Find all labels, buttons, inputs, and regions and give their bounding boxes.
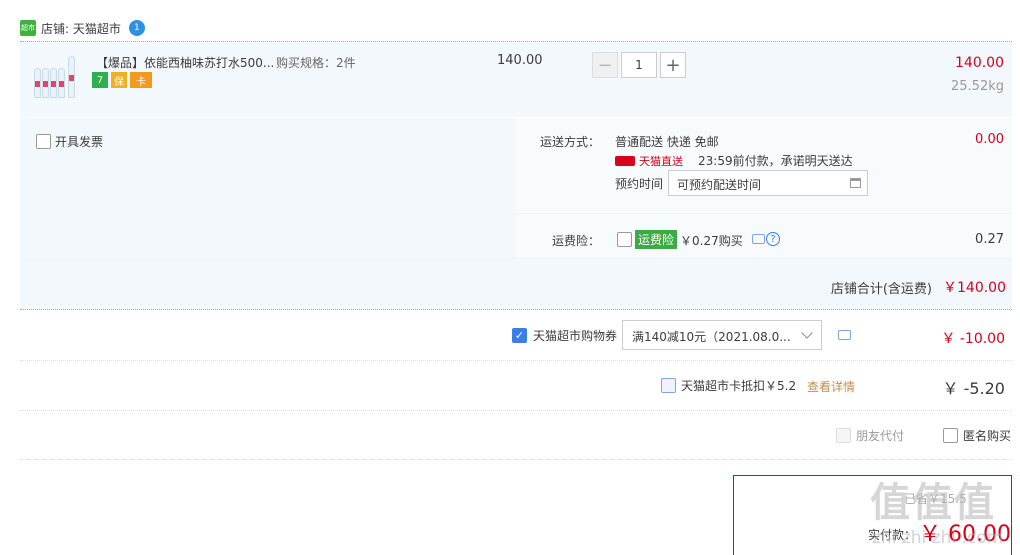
divider: [20, 360, 1012, 361]
shipping-method: 普通配送 快递 免邮: [615, 135, 719, 149]
seven-day-return-icon[interactable]: 7: [92, 72, 108, 88]
site-watermark: 值值值: [870, 480, 996, 526]
site-watermark-url: zhi zhi zhi .com: [872, 528, 1004, 548]
card-detail-link[interactable]: 查看详情: [807, 378, 855, 395]
invoice-checkbox[interactable]: [36, 134, 51, 149]
wangwang-chat-icon[interactable]: 1: [128, 20, 145, 36]
insurance-amount: 0.27: [975, 232, 1004, 247]
item-weight: 25.52kg: [951, 79, 1004, 94]
friend-pay-checkbox[interactable]: [836, 428, 851, 443]
divider: [20, 459, 1012, 460]
anonymous-option[interactable]: 匿名购买: [943, 427, 1011, 444]
message-icon[interactable]: [752, 234, 765, 244]
shop-header: 超市 店铺: 天猫超市 1: [20, 16, 145, 40]
insurance-price: ￥0.27购买: [680, 234, 743, 248]
anonymous-checkbox[interactable]: [943, 428, 958, 443]
insurance-label: 运费险：: [552, 234, 601, 248]
coupon-message-icon[interactable]: [838, 330, 851, 340]
item-subtotal: 140.00: [955, 55, 1004, 71]
schedule-delivery-input[interactable]: 可预约配送时间: [668, 170, 868, 196]
insurance-checkbox[interactable]: [617, 232, 632, 247]
coupon-checkbox[interactable]: ✓: [512, 328, 527, 343]
card-label: 天猫超市卡抵扣￥5.2: [681, 379, 797, 393]
quantity-stepper: − 1 +: [592, 52, 686, 78]
insurance-row: 运费险： 运费险 ￥0.27购买 ? 0.27: [516, 213, 1012, 258]
divider: [20, 410, 1012, 411]
delivery-promise: 23:59前付款，承诺明天送达: [698, 154, 853, 168]
coupon-select[interactable]: 满140减10元（2021.08.0...: [622, 320, 822, 350]
order-item-row: 【爆品】依能西柚味苏打水500... 购买规格：2件 7 保 卡 140.00 …: [20, 42, 1012, 117]
shipping-fee-value: 0.00: [975, 132, 1004, 147]
tmall-direct-badge: 天猫直送: [615, 153, 683, 169]
invoice-label: 开具发票: [55, 135, 104, 149]
product-image[interactable]: [32, 52, 82, 102]
shop-name[interactable]: 店铺: 天猫超市: [41, 20, 121, 37]
calendar-icon[interactable]: [850, 178, 861, 188]
shipping-fee: 0.00: [975, 132, 1004, 147]
unit-price: 140.00: [497, 53, 543, 68]
card-payment-icon[interactable]: 卡: [130, 72, 152, 88]
checkout-page: 超市 店铺: 天猫超市 1 【爆品】依能西柚味苏打水500... 购买规格：2件…: [0, 0, 1020, 555]
tmall-cat-icon: [615, 156, 635, 166]
quantity-input[interactable]: 1: [621, 52, 657, 78]
shipping-label: 运送方式：: [540, 135, 601, 149]
anonymous-label: 匿名购买: [963, 429, 1012, 443]
friend-pay-label: 朋友代付: [856, 429, 905, 443]
friend-pay-option[interactable]: 朋友代付: [836, 427, 904, 444]
shop-logo-icon: 超市: [20, 20, 36, 36]
schedule-label: 预约时间: [615, 177, 664, 191]
service-tags: 7 保 卡: [92, 72, 152, 88]
card-amount: ￥ -5.20: [942, 379, 1006, 398]
guarantee-icon[interactable]: 保: [111, 72, 127, 88]
tmall-direct-label: 天猫直送: [639, 155, 683, 168]
coupon-option[interactable]: ✓ 天猫超市购物券: [512, 327, 617, 344]
chevron-down-icon[interactable]: [801, 327, 813, 339]
shop-total-label: 店铺合计(含运费): [830, 282, 932, 297]
increase-quantity-button[interactable]: +: [660, 52, 686, 78]
invoice-option[interactable]: 开具发票: [36, 133, 103, 150]
coupon-selected-value: 满140减10元（2021.08.0...: [632, 330, 791, 344]
insurance-tag: 运费险: [635, 230, 678, 249]
shop-total-amount: ￥140.00: [943, 280, 1006, 296]
product-title-link[interactable]: 【爆品】依能西柚味苏打水500...: [96, 54, 274, 71]
decrease-quantity-button[interactable]: −: [592, 52, 618, 78]
help-icon[interactable]: ?: [766, 232, 780, 246]
order-extras: 开具发票 运送方式： 普通配送 快递 免邮 天猫直送 23:59前付款，承诺明天…: [20, 118, 1012, 310]
card-checkbox[interactable]: [661, 378, 676, 393]
schedule-delivery-placeholder: 可预约配送时间: [677, 178, 762, 192]
card-option[interactable]: 天猫超市卡抵扣￥5.2: [661, 377, 796, 394]
shop-total-row: 店铺合计(含运费) ￥140.00: [20, 258, 1012, 310]
coupon-label: 天猫超市购物券: [533, 329, 618, 343]
product-spec: 购买规格：2件: [276, 56, 356, 70]
coupon-amount: ￥ -10.00: [941, 331, 1005, 347]
